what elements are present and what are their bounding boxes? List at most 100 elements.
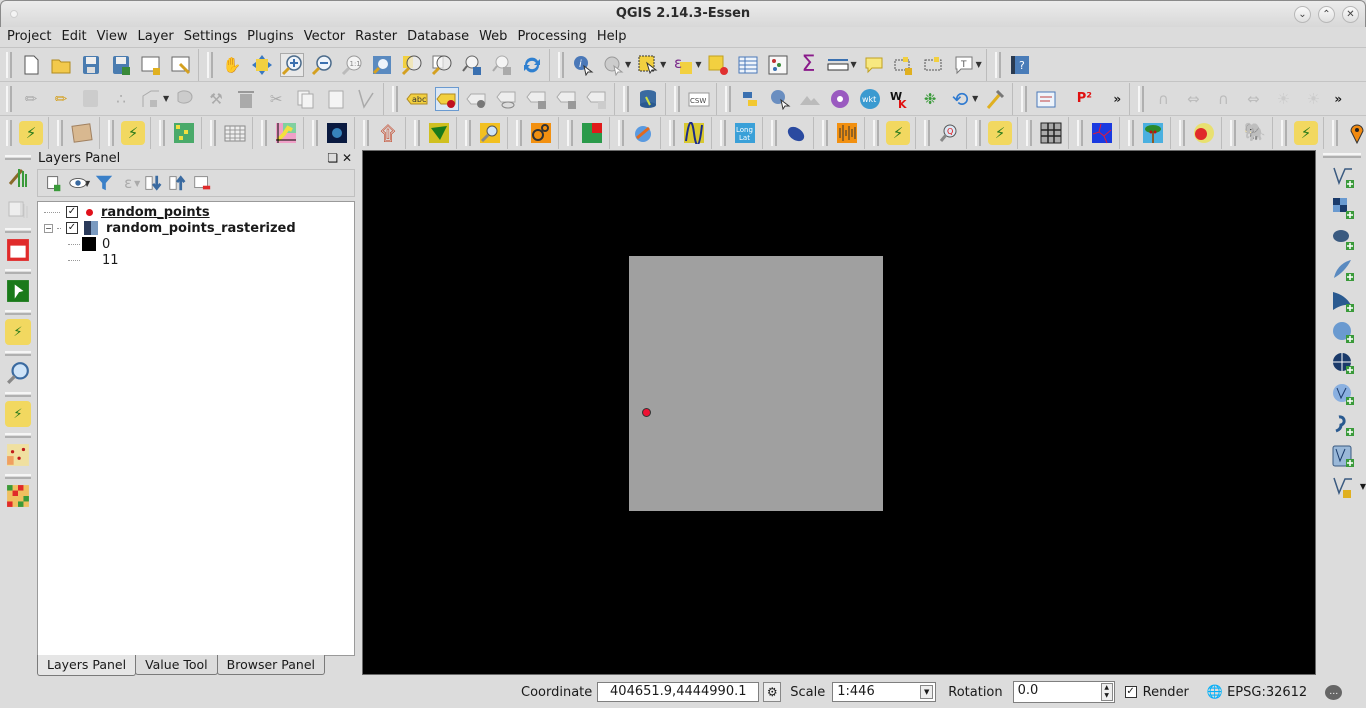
plugin-icon[interactable]: ⚡ [1294, 120, 1318, 145]
toolbar-handle[interactable] [1128, 119, 1134, 146]
add-wfs-layer-icon[interactable] [1328, 381, 1358, 407]
composer-manager-icon[interactable] [169, 53, 193, 77]
layer-item-random-points[interactable]: ✓ random_points [44, 204, 210, 220]
toolbar-handle[interactable] [725, 85, 732, 112]
toolbar-handle[interactable] [1332, 119, 1338, 146]
maximize-button[interactable]: ⌃ [1318, 6, 1335, 23]
python-console-icon[interactable] [738, 87, 762, 111]
palm-tree-icon[interactable] [1141, 121, 1165, 145]
toolbar-handle[interactable] [5, 310, 31, 315]
toolbar-handle[interactable] [623, 85, 630, 112]
point-sampling-icon[interactable] [5, 442, 31, 468]
toolbar-handle[interactable] [312, 119, 318, 146]
toolbar-handle[interactable] [57, 119, 63, 146]
map-tour-icon[interactable] [70, 121, 94, 145]
coordinate-field[interactable]: 404651.9,4444990.1 [597, 682, 760, 702]
pin-labels-icon[interactable] [435, 86, 460, 111]
menu-plugins[interactable]: Plugins [247, 27, 294, 47]
layer-visibility-checkbox[interactable]: ✓ [66, 206, 78, 218]
zoom-native-icon[interactable]: 1:1 [340, 53, 364, 77]
zoom-next-icon[interactable] [490, 53, 514, 77]
toolbar-handle[interactable] [994, 51, 1001, 78]
open-project-icon[interactable] [49, 53, 73, 77]
wkt-tools-icon[interactable]: WK [888, 87, 912, 111]
toolbar-handle[interactable] [975, 119, 981, 146]
toolbar-handle[interactable] [5, 228, 31, 233]
select-features-icon[interactable] [636, 53, 660, 77]
toolbar-handle[interactable] [6, 85, 12, 112]
move-feature-icon[interactable] [174, 87, 198, 111]
label-icon[interactable]: abc [405, 87, 429, 111]
search-icon[interactable] [478, 121, 502, 145]
refresh-icon[interactable] [520, 53, 544, 77]
histogram-icon[interactable]: ∩ [1151, 87, 1175, 111]
db-manager-icon[interactable] [636, 87, 660, 111]
random-point-marker[interactable] [642, 408, 651, 417]
menu-vector[interactable]: Vector [304, 27, 345, 47]
new-print-composer-icon[interactable] [139, 53, 163, 77]
chevron-down-icon[interactable]: ▼ [972, 94, 978, 103]
select-by-expression-icon[interactable]: ε [671, 53, 695, 77]
map-tips-icon[interactable] [862, 53, 886, 77]
pan-to-selection-icon[interactable] [250, 53, 274, 77]
menu-processing[interactable]: Processing [517, 27, 586, 47]
postgis-elephant-icon[interactable]: 🐘 [1243, 121, 1267, 145]
save-as-icon[interactable] [109, 53, 133, 77]
toolbar-handle[interactable] [720, 119, 726, 146]
calendar-icon[interactable] [5, 237, 31, 263]
toolbar-handle[interactable] [516, 119, 522, 146]
add-spatialite-layer-icon[interactable] [1328, 257, 1358, 283]
map-canvas[interactable] [362, 150, 1316, 675]
render-checkbox[interactable]: ✓ [1124, 686, 1137, 698]
toolbar-handle[interactable] [108, 119, 114, 146]
digitize-icon[interactable] [354, 87, 378, 111]
menu-layer[interactable]: Layer [138, 27, 174, 47]
toolbar-handle[interactable] [5, 392, 31, 397]
tab-value-tool[interactable]: Value Tool [135, 655, 218, 675]
float-panel-icon[interactable]: ❏ [327, 151, 338, 165]
wormhole-icon[interactable] [325, 121, 349, 145]
toolbar-handle[interactable] [5, 351, 31, 356]
mouse-icon[interactable] [784, 121, 808, 145]
sound-wave-icon[interactable] [835, 121, 859, 145]
map-marker-icon[interactable] [1345, 121, 1366, 145]
toolbar-handle[interactable] [1138, 85, 1145, 112]
grid-icon[interactable] [172, 121, 196, 145]
undo-icon[interactable]: ⟲ [948, 87, 972, 111]
menu-settings[interactable]: Settings [184, 27, 237, 47]
print-layout-icon[interactable] [5, 196, 31, 222]
toolbar-handle[interactable] [558, 51, 564, 78]
toolbar-handle[interactable] [5, 155, 31, 160]
network-icon[interactable] [1090, 121, 1114, 145]
tab-browser-panel[interactable]: Browser Panel [216, 655, 326, 675]
histogram2-icon[interactable]: ∩ [1211, 87, 1235, 111]
toolbar-handle[interactable] [159, 119, 165, 146]
menu-view[interactable]: View [97, 27, 128, 47]
toolbar-handle[interactable] [207, 51, 213, 78]
table-calc-icon[interactable] [223, 121, 247, 145]
toolbar-handle[interactable] [674, 85, 681, 112]
identify-plugin-icon[interactable] [768, 87, 792, 111]
messages-icon[interactable]: … [1325, 684, 1343, 700]
close-panel-icon[interactable]: ✕ [342, 151, 352, 165]
tab-layers-panel[interactable]: Layers Panel [37, 655, 137, 676]
move-label-icon[interactable] [525, 87, 549, 111]
add-virtual-layer-icon[interactable] [1328, 443, 1358, 469]
sigma-icon[interactable]: Σ [796, 52, 820, 77]
chevron-down-icon[interactable]: ▼ [1360, 482, 1366, 491]
menu-edit[interactable]: Edit [61, 27, 86, 47]
toolbar-handle[interactable] [1021, 85, 1028, 112]
add-vector-layer-icon[interactable] [1328, 164, 1358, 190]
copy-features-icon[interactable] [294, 87, 318, 111]
layer-name[interactable]: random_points_rasterized [106, 221, 296, 236]
sql-search-icon[interactable]: Q [937, 121, 961, 145]
spin-arrows-icon[interactable]: ▲ ▼ [1100, 683, 1113, 701]
georeferencer-icon[interactable] [1039, 121, 1063, 145]
identify-icon[interactable]: i [571, 53, 595, 77]
raster-pixels-icon[interactable] [5, 483, 31, 509]
cut-features-icon[interactable]: ✂ [264, 87, 288, 111]
toolbar-handle[interactable] [414, 119, 420, 146]
heatmap-icon[interactable] [1192, 121, 1216, 145]
tool-build-icon[interactable] [983, 87, 1007, 111]
toolbar-handle[interactable] [1179, 119, 1185, 146]
